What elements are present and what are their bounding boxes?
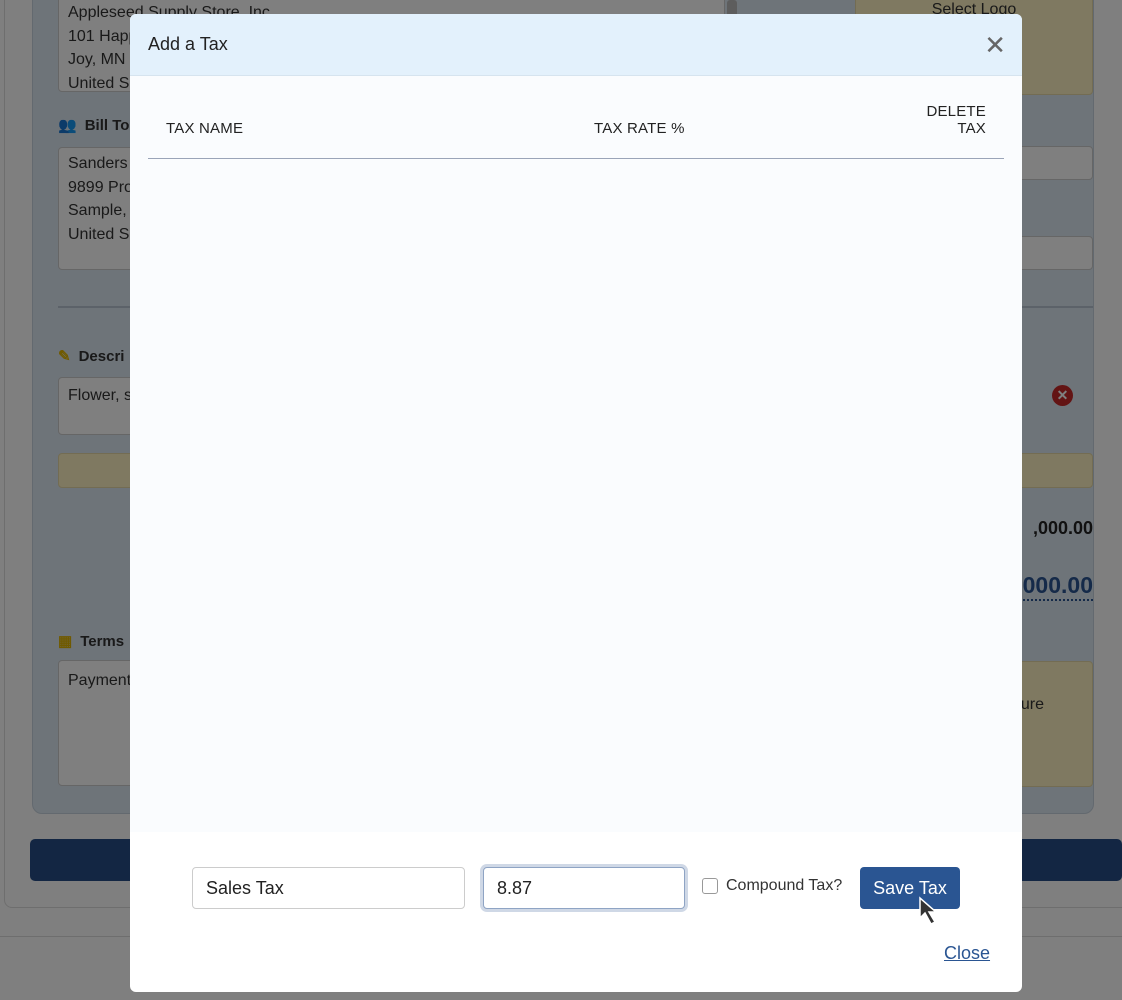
column-tax-rate: TAX RATE % — [594, 120, 685, 137]
compound-tax-option[interactable]: Compound Tax? — [702, 877, 842, 895]
table-header: TAX NAME TAX RATE % DELETE TAX — [148, 76, 1004, 159]
compound-tax-checkbox[interactable] — [702, 878, 718, 894]
column-tax-name: TAX NAME — [166, 120, 244, 137]
mouse-cursor-icon — [919, 896, 938, 925]
tax-table: TAX NAME TAX RATE % DELETE TAX — [130, 76, 1022, 832]
close-icon[interactable]: ✕ — [984, 32, 1006, 58]
tax-rate-input[interactable] — [483, 867, 685, 909]
tax-name-input[interactable] — [192, 867, 465, 909]
modal-title: Add a Tax — [148, 34, 228, 54]
column-delete-tax: DELETE TAX — [926, 103, 986, 137]
compound-tax-label: Compound Tax? — [726, 877, 843, 894]
add-tax-modal: Add a Tax ✕ TAX NAME TAX RATE % DELETE T… — [130, 14, 1022, 992]
close-link[interactable]: Close — [944, 943, 990, 964]
modal-header: Add a Tax ✕ — [130, 14, 1022, 76]
